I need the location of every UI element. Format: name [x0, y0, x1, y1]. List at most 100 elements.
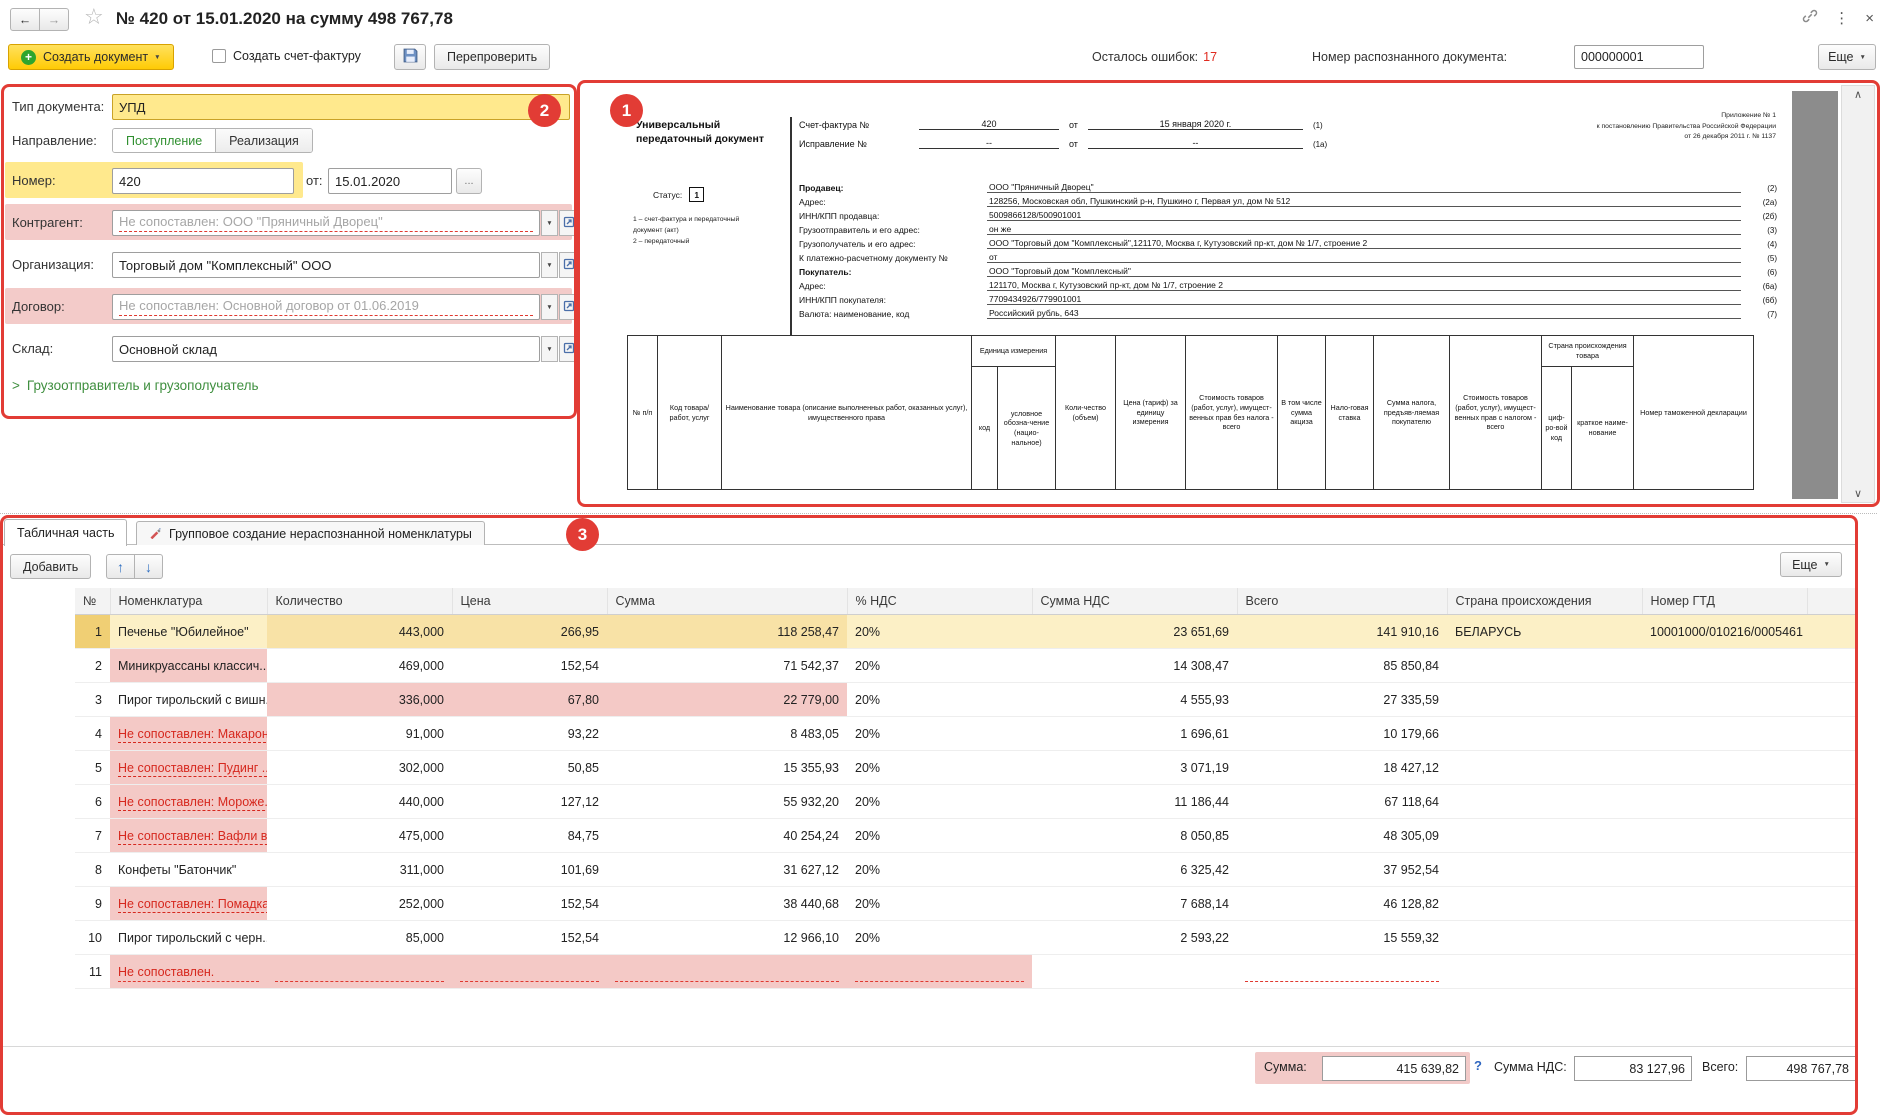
- cell-number[interactable]: 3: [75, 683, 110, 717]
- cell-gtd[interactable]: [1642, 683, 1807, 717]
- warehouse-input[interactable]: Основной склад: [112, 336, 540, 362]
- scroll-up-icon[interactable]: ∧: [1842, 88, 1874, 101]
- column-header[interactable]: Номенклатура: [110, 588, 267, 615]
- cell-sum[interactable]: 40 254,24: [607, 819, 847, 853]
- cell-quantity[interactable]: 443,000: [267, 615, 452, 649]
- column-header[interactable]: Количество: [267, 588, 452, 615]
- cell-total[interactable]: 67 118,64: [1237, 785, 1447, 819]
- cell-sum[interactable]: 31 627,12: [607, 853, 847, 887]
- table-row[interactable]: 10Пирог тирольский с черн...85,000152,54…: [75, 921, 1857, 955]
- cell-country[interactable]: [1447, 683, 1642, 717]
- cell-quantity[interactable]: 85,000: [267, 921, 452, 955]
- cell-vat-rate[interactable]: 20%: [847, 717, 1032, 751]
- cell-vat-rate[interactable]: 20%: [847, 785, 1032, 819]
- contract-input[interactable]: Не сопоставлен: Основной договор от 01.0…: [112, 294, 540, 320]
- cell-total[interactable]: 46 128,82: [1237, 887, 1447, 921]
- column-header[interactable]: Номер ГТД: [1642, 588, 1807, 615]
- add-row-button[interactable]: Добавить: [10, 554, 91, 579]
- cell-vat-sum[interactable]: 4 555,93: [1032, 683, 1237, 717]
- date-picker-button[interactable]: ...: [456, 168, 482, 194]
- number-input[interactable]: 420: [112, 168, 294, 194]
- table-row[interactable]: 11Не сопоставлен.: [75, 955, 1857, 989]
- cell-quantity[interactable]: 311,000: [267, 853, 452, 887]
- counterparty-dropdown-button[interactable]: ▼: [541, 210, 558, 236]
- back-button[interactable]: ←: [10, 8, 40, 31]
- forward-button[interactable]: →: [39, 8, 69, 31]
- table-row[interactable]: 6Не сопоставлен: Мороже...440,000127,125…: [75, 785, 1857, 819]
- cell-vat-sum[interactable]: 14 308,47: [1032, 649, 1237, 683]
- grand-total-input[interactable]: 498 767,78: [1746, 1056, 1856, 1081]
- cell-number[interactable]: 9: [75, 887, 110, 921]
- cell-price[interactable]: 101,69: [452, 853, 607, 887]
- cell-quantity[interactable]: 440,000: [267, 785, 452, 819]
- cell-vat-sum[interactable]: 8 050,85: [1032, 819, 1237, 853]
- cell-gtd[interactable]: [1642, 717, 1807, 751]
- cell-number[interactable]: 11: [75, 955, 110, 989]
- cell-gtd[interactable]: 10001000/010216/0005461: [1642, 615, 1807, 649]
- direction-option-out[interactable]: Реализация: [215, 129, 312, 152]
- column-header[interactable]: Страна происхождения: [1447, 588, 1642, 615]
- cell-country[interactable]: БЕЛАРУСЬ: [1447, 615, 1642, 649]
- cell-country[interactable]: [1447, 785, 1642, 819]
- cell-gtd[interactable]: [1642, 887, 1807, 921]
- cell-nomenclature[interactable]: Пирог тирольский с вишн...: [110, 683, 267, 717]
- cell-vat-rate[interactable]: 20%: [847, 853, 1032, 887]
- tab-group-create[interactable]: Групповое создание нераспознанной номенк…: [136, 521, 485, 545]
- recognized-number-input[interactable]: 000000001: [1574, 45, 1704, 69]
- recheck-button[interactable]: Перепроверить: [434, 44, 550, 70]
- column-header[interactable]: Всего: [1237, 588, 1447, 615]
- more-button-top[interactable]: Еще▼: [1818, 44, 1876, 70]
- cell-price[interactable]: 152,54: [452, 921, 607, 955]
- cell-total[interactable]: 85 850,84: [1237, 649, 1447, 683]
- organization-open-button[interactable]: [559, 252, 578, 278]
- table-row[interactable]: 5Не сопоставлен: Пудинг ...302,00050,851…: [75, 751, 1857, 785]
- table-row[interactable]: 7Не сопоставлен: Вафли в...475,00084,754…: [75, 819, 1857, 853]
- cell-total[interactable]: 141 910,16: [1237, 615, 1447, 649]
- doc-type-input[interactable]: УПД: [112, 94, 570, 120]
- cell-sum[interactable]: 12 966,10: [607, 921, 847, 955]
- cell-total[interactable]: 48 305,09: [1237, 819, 1447, 853]
- organization-dropdown-button[interactable]: ▼: [541, 252, 558, 278]
- cell-country[interactable]: [1447, 751, 1642, 785]
- cell-number[interactable]: 6: [75, 785, 110, 819]
- cell-total[interactable]: 10 179,66: [1237, 717, 1447, 751]
- cell-nomenclature[interactable]: Не сопоставлен: Макарони: [110, 717, 267, 751]
- more-button-items[interactable]: Еще▼: [1780, 552, 1842, 577]
- shipper-consignee-link[interactable]: > Грузоотправитель и грузополучатель: [12, 378, 259, 393]
- table-row[interactable]: 2Миникруассаны классич...469,000152,5471…: [75, 649, 1857, 683]
- cell-sum[interactable]: 118 258,47: [607, 615, 847, 649]
- table-row[interactable]: 9Не сопоставлен: Помадка252,000152,5438 …: [75, 887, 1857, 921]
- table-row[interactable]: 1Печенье "Юбилейное"443,000266,95118 258…: [75, 615, 1857, 649]
- cell-gtd[interactable]: [1642, 751, 1807, 785]
- cell-total[interactable]: 27 335,59: [1237, 683, 1447, 717]
- cell-vat-sum[interactable]: 7 688,14: [1032, 887, 1237, 921]
- cell-nomenclature[interactable]: Миникруассаны классич...: [110, 649, 267, 683]
- cell-country[interactable]: [1447, 649, 1642, 683]
- warehouse-open-button[interactable]: [559, 336, 578, 362]
- link-icon[interactable]: [1802, 8, 1818, 29]
- close-icon[interactable]: ×: [1865, 11, 1874, 27]
- cell-vat-sum[interactable]: 11 186,44: [1032, 785, 1237, 819]
- cell-vat-rate[interactable]: 20%: [847, 921, 1032, 955]
- contract-open-button[interactable]: [559, 294, 578, 320]
- cell-gtd[interactable]: [1642, 853, 1807, 887]
- table-row[interactable]: 3Пирог тирольский с вишн...336,00067,802…: [75, 683, 1857, 717]
- counterparty-open-button[interactable]: [559, 210, 578, 236]
- save-button[interactable]: [394, 44, 426, 70]
- cell-country[interactable]: [1447, 887, 1642, 921]
- cell-country[interactable]: [1447, 955, 1642, 989]
- checkbox-icon[interactable]: [212, 49, 226, 63]
- column-header[interactable]: Сумма: [607, 588, 847, 615]
- cell-nomenclature[interactable]: Печенье "Юбилейное": [110, 615, 267, 649]
- contract-dropdown-button[interactable]: ▼: [541, 294, 558, 320]
- cell-vat-rate[interactable]: 20%: [847, 649, 1032, 683]
- sum-total-input[interactable]: 415 639,82: [1322, 1056, 1466, 1081]
- cell-price[interactable]: 152,54: [452, 649, 607, 683]
- cell-price[interactable]: 84,75: [452, 819, 607, 853]
- column-header[interactable]: №: [75, 588, 110, 615]
- cell-quantity[interactable]: [267, 955, 452, 989]
- cell-quantity[interactable]: 91,000: [267, 717, 452, 751]
- cell-sum[interactable]: [607, 955, 847, 989]
- cell-gtd[interactable]: [1642, 785, 1807, 819]
- table-row[interactable]: 4Не сопоставлен: Макарони91,00093,228 48…: [75, 717, 1857, 751]
